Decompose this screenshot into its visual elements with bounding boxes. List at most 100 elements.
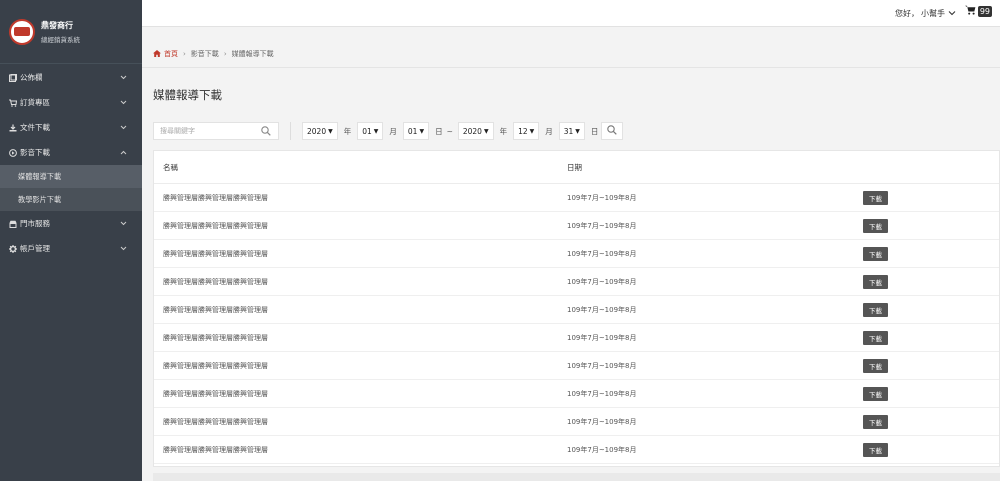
cart-button[interactable]: 99 [964,5,992,17]
table-row: 勝興管理層勝興管理層勝興管理層 109年7月~109年8月 下載 [154,436,999,464]
row-action: 下載 [863,358,999,373]
sidebar-item-store-service[interactable]: 門市服務 [0,211,142,236]
sidebar-item-label: 影音下載 [20,148,50,157]
sidebar-item-label: 門市服務 [20,219,50,228]
end-day-select[interactable]: 31 ▼ [558,122,585,140]
start-day-select[interactable]: 01 ▼ [402,122,430,140]
table-row: 勝興管理層勝興管理層勝興管理層 109年7月~109年8月 下載 [154,296,999,324]
cart-icon [8,98,17,107]
day-unit-label: 日 [435,126,443,136]
start-month-select[interactable]: 01 ▼ [357,122,384,140]
sidebar-subitem-tutorial-videos[interactable]: 教學影片下載 [0,188,142,211]
breadcrumb-level1[interactable]: 影音下載 [191,49,219,59]
table-header: 名稱 日期 [154,151,999,184]
row-action: 下載 [863,274,999,289]
download-button[interactable]: 下載 [863,386,888,401]
download-button[interactable]: 下載 [863,330,888,345]
breadcrumb-separator: › [183,50,186,58]
row-name: 勝興管理層勝興管理層勝興管理層 [163,333,268,342]
row-name: 勝興管理層勝興管理層勝興管理層 [163,221,268,230]
row-action: 下載 [863,218,999,233]
table-body: 勝興管理層勝興管理層勝興管理層 109年7月~109年8月 下載 勝興管理層勝興管理層… [154,184,999,464]
sidebar-item-media[interactable]: 影音下載 [0,140,142,165]
caret-down-icon: ▼ [575,127,580,135]
row-action: 下載 [863,386,999,401]
sidebar-item-order[interactable]: 訂貨專區 [0,90,142,115]
breadcrumb-separator: › [223,50,227,58]
top-bar: 您好， 小幫手 99 [142,0,1000,27]
download-button[interactable]: 下載 [863,190,888,205]
row-date: 109年7月~109年8月 [567,305,637,314]
download-button[interactable]: 下載 [863,302,888,317]
sidebar-item-documents[interactable]: 文件下載 [0,115,142,140]
breadcrumb-home[interactable]: 首頁 [153,49,178,59]
end-year-select[interactable]: 2020 ▼ [457,122,494,140]
sidebar-subitem-media-reports[interactable]: 媒體報導下載 [0,165,142,188]
row-name: 勝興管理層勝興管理層勝興管理層 [163,361,268,370]
greeting-text: 您好， [895,9,919,18]
sidebar-item-label: 帳戶管理 [20,244,50,253]
table-row: 勝興管理層勝興管理層勝興管理層 109年7月~109年8月 下載 [154,184,999,212]
row-action: 下載 [863,302,999,317]
sidebar-item-bulletin[interactable]: 公佈欄 [0,65,142,90]
end-day-value: 31 [563,126,574,136]
row-action: 下載 [863,414,999,429]
chevron-down-icon [119,98,128,107]
start-year-select[interactable]: 2020 ▼ [302,122,338,140]
table-row: 勝興管理層勝興管理層勝興管理層 109年7月~109年8月 下載 [154,380,999,408]
chevron-down-icon [119,73,128,82]
row-name: 勝興管理層勝興管理層勝興管理層 [163,389,268,398]
brand: 鼎發商行 總經銷貨系統 [0,0,142,64]
sidebar-menu: 公佈欄 訂貨專區 文件下載 影音下載 媒體報導下載 教學影片下載 門市服務 帳戶… [0,65,142,261]
row-action: 下載 [863,442,999,457]
sidebar-item-account[interactable]: 帳戶管理 [0,236,142,261]
end-month-select[interactable]: 12 ▼ [513,122,540,140]
day-unit-label: 日 [590,126,599,136]
row-date: 109年7月~109年8月 [567,221,637,230]
search-box [153,122,279,140]
row-date: 109年7月~109年8月 [567,333,637,342]
bulletin-icon [8,73,17,82]
cart-icon [964,5,976,17]
caret-down-icon: ▼ [373,127,379,135]
user-menu[interactable]: 您好， 小幫手 [895,8,956,19]
start-day-value: 01 [407,126,418,136]
cart-count-badge: 99 [977,5,992,17]
store-icon [8,219,17,228]
download-button[interactable]: 下載 [863,414,888,429]
table-row: 勝興管理層勝興管理層勝興管理層 109年7月~109年8月 下載 [154,408,999,436]
home-icon [153,49,164,59]
header-date: 日期 [567,162,582,172]
year-unit-label: 年 [343,126,352,136]
row-date: 109年7月~109年8月 [567,361,637,370]
brand-subtitle: 總經銷貨系統 [41,35,80,44]
table-row: 勝興管理層勝興管理層勝興管理層 109年7月~109年8月 下載 [154,212,999,240]
search-icon[interactable] [260,125,272,137]
chevron-down-icon [119,123,128,132]
sidebar-item-label: 訂貨專區 [20,98,50,107]
brand-name: 鼎發商行 [41,20,73,30]
header-name: 名稱 [163,162,178,172]
download-icon [8,123,17,132]
download-button[interactable]: 下載 [863,246,888,261]
row-date: 109年7月~109年8月 [567,417,637,426]
filter-separator [290,122,291,140]
download-button[interactable]: 下載 [863,274,888,289]
sidebar-item-label: 公佈欄 [20,73,43,82]
search-button[interactable] [601,122,624,140]
row-date: 109年7月~109年8月 [567,249,637,258]
media-submenu: 媒體報導下載 教學影片下載 [0,165,142,211]
table-row: 勝興管理層勝興管理層勝興管理層 109年7月~109年8月 下載 [154,324,999,352]
end-month-value: 12 [518,126,528,136]
row-name: 勝興管理層勝興管理層勝興管理層 [163,305,268,314]
download-button[interactable]: 下載 [863,358,888,373]
caret-down-icon: ▼ [419,127,425,135]
breadcrumb-home-label: 首頁 [164,50,178,58]
chevron-down-icon [119,244,128,253]
chevron-down-icon [119,219,128,228]
row-name: 勝興管理層勝興管理層勝興管理層 [163,277,268,286]
search-input[interactable] [160,127,260,135]
play-icon [8,148,17,157]
download-button[interactable]: 下載 [863,218,888,233]
download-button[interactable]: 下載 [863,442,888,457]
